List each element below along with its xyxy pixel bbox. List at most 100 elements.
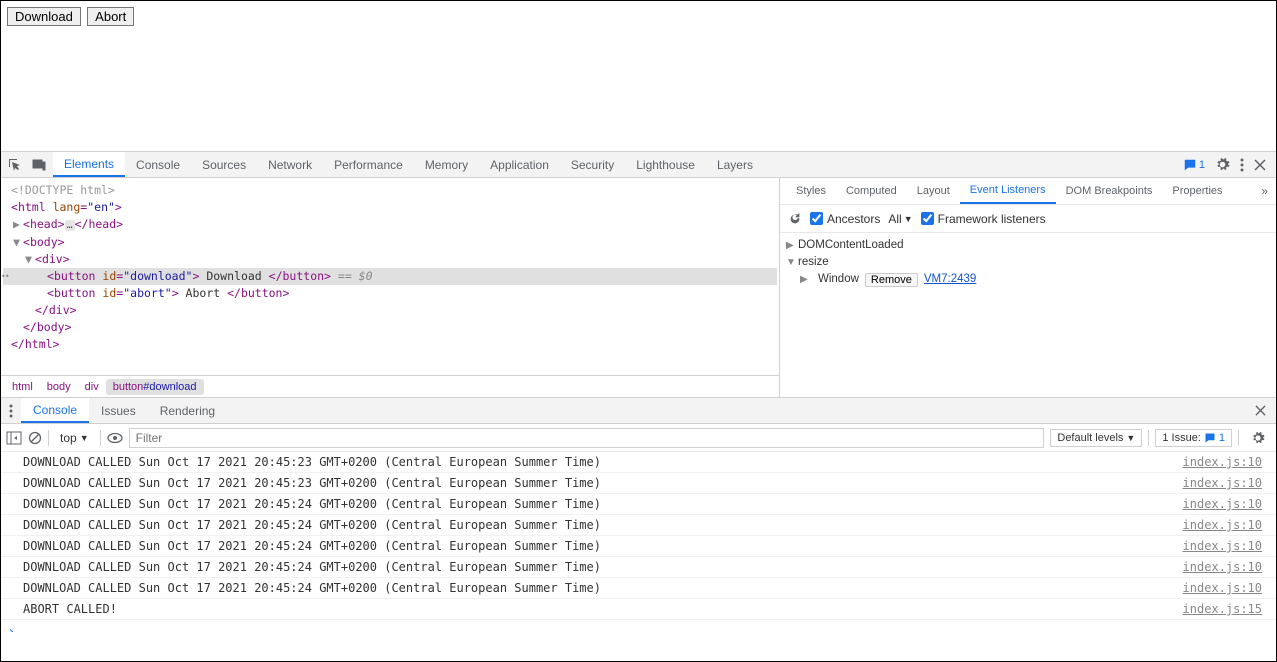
log-source-link[interactable]: index.js:10 (1183, 578, 1262, 598)
dom-tree[interactable]: <!DOCTYPE html> <html lang="en"> ▶<head>… (1, 178, 779, 375)
crumb-body[interactable]: body (40, 379, 78, 395)
devtools-tab-strip: Elements Console Sources Network Perform… (1, 151, 1276, 178)
listener-source-link[interactable]: VM7:2439 (924, 271, 976, 288)
console-log-row[interactable]: DOWNLOAD CALLED Sun Oct 17 2021 20:45:24… (1, 515, 1276, 536)
context-selector[interactable]: top ▼ (55, 429, 94, 447)
tab-sources[interactable]: Sources (191, 152, 257, 177)
sidebar-overflow-icon[interactable]: » (1253, 178, 1276, 204)
refresh-icon[interactable] (788, 212, 802, 226)
download-button[interactable]: Download (7, 7, 81, 26)
drawer-tab-rendering[interactable]: Rendering (148, 398, 227, 423)
drawer-close-icon[interactable] (1245, 398, 1276, 423)
expand-toggle-icon[interactable]: ▶ (786, 237, 798, 254)
messages-icon[interactable]: 1 (1183, 158, 1205, 172)
chevron-down-icon: ▼ (904, 214, 913, 224)
sidebar-tab-layout[interactable]: Layout (907, 178, 960, 204)
listeners-toolbar: Ancestors All ▼ Framework listeners (780, 205, 1276, 233)
framework-checkbox-input[interactable] (921, 212, 934, 225)
more-icon[interactable] (1240, 158, 1244, 172)
listener-target-row: ▶ Window Remove VM7:2439 (786, 271, 1270, 288)
log-message: DOWNLOAD CALLED Sun Oct 17 2021 20:45:24… (23, 494, 1183, 514)
expand-toggle-icon[interactable]: ▼ (25, 251, 35, 268)
remove-listener-button[interactable]: Remove (865, 273, 918, 287)
breadcrumb: html body div button#download (1, 375, 779, 397)
console-log-row[interactable]: DOWNLOAD CALLED Sun Oct 17 2021 20:45:24… (1, 494, 1276, 515)
device-toggle-icon[interactable] (31, 157, 47, 173)
tab-memory[interactable]: Memory (414, 152, 479, 177)
console-settings-icon[interactable] (1245, 431, 1271, 445)
drawer-tab-strip: Console Issues Rendering (1, 397, 1276, 424)
crumb-div[interactable]: div (78, 379, 106, 395)
console-toolbar: top ▼ Default levels ▼ 1 Issue: 1 (1, 424, 1276, 452)
tab-lighthouse[interactable]: Lighthouse (625, 152, 706, 177)
sidebar-tab-styles[interactable]: Styles (786, 178, 836, 204)
settings-gear-icon[interactable] (1215, 157, 1230, 172)
crumb-html[interactable]: html (5, 379, 40, 395)
expand-toggle-icon[interactable]: ▶ (13, 216, 23, 233)
listener-event[interactable]: ▶DOMContentLoaded (786, 237, 1270, 254)
chevron-down-icon: ▼ (80, 433, 89, 443)
console-log-row[interactable]: DOWNLOAD CALLED Sun Oct 17 2021 20:45:24… (1, 536, 1276, 557)
scope-dropdown[interactable]: All ▼ (888, 212, 912, 226)
close-devtools-icon[interactable] (1254, 159, 1266, 171)
clear-console-icon[interactable] (28, 431, 42, 445)
console-log-row[interactable]: ABORT CALLED!index.js:15 (1, 599, 1276, 620)
framework-listeners-checkbox[interactable]: Framework listeners (921, 212, 1046, 226)
log-message: ABORT CALLED! (23, 599, 1183, 619)
abort-button[interactable]: Abort (87, 7, 134, 26)
toggle-sidebar-icon[interactable] (6, 431, 22, 445)
log-message: DOWNLOAD CALLED Sun Oct 17 2021 20:45:24… (23, 515, 1183, 535)
expand-toggle-icon[interactable]: ▼ (13, 234, 23, 251)
sidebar-tab-dom-breakpoints[interactable]: DOM Breakpoints (1056, 178, 1163, 204)
head-ellipsis[interactable]: … (65, 220, 75, 231)
sidebar-tab-strip: Styles Computed Layout Event Listeners D… (780, 178, 1276, 205)
sidebar-tab-computed[interactable]: Computed (836, 178, 907, 204)
console-log-row[interactable]: DOWNLOAD CALLED Sun Oct 17 2021 20:45:24… (1, 557, 1276, 578)
log-message: DOWNLOAD CALLED Sun Oct 17 2021 20:45:23… (23, 473, 1183, 493)
tab-layers[interactable]: Layers (706, 152, 764, 177)
console-log-row[interactable]: DOWNLOAD CALLED Sun Oct 17 2021 20:45:23… (1, 452, 1276, 473)
listener-event[interactable]: ▼resize (786, 254, 1270, 271)
tab-elements[interactable]: Elements (53, 152, 125, 177)
log-levels-dropdown[interactable]: Default levels ▼ (1050, 429, 1142, 447)
chevron-down-icon: ▼ (1126, 433, 1135, 443)
console-filter-input[interactable] (129, 428, 1045, 448)
console-log-row[interactable]: DOWNLOAD CALLED Sun Oct 17 2021 20:45:24… (1, 578, 1276, 599)
crumb-button[interactable]: button#download (106, 379, 204, 395)
ancestors-checkbox-input[interactable] (810, 212, 823, 225)
drawer-tab-issues[interactable]: Issues (89, 398, 148, 423)
expand-toggle-icon[interactable]: ▶ (800, 271, 812, 288)
live-expression-icon[interactable] (107, 432, 123, 444)
expand-toggle-icon[interactable]: ▼ (786, 254, 798, 271)
tab-performance[interactable]: Performance (323, 152, 414, 177)
page-viewport: Download Abort (1, 1, 1276, 151)
console-prompt-icon[interactable]: › (1, 620, 1276, 632)
tab-application[interactable]: Application (479, 152, 560, 177)
listeners-list: ▶DOMContentLoaded ▼resize ▶ Window Remov… (780, 233, 1276, 397)
tab-network[interactable]: Network (257, 152, 323, 177)
log-source-link[interactable]: index.js:10 (1183, 473, 1262, 493)
doctype-node[interactable]: <!DOCTYPE html> (11, 183, 115, 197)
inspect-icon[interactable] (7, 157, 23, 173)
console-output[interactable]: DOWNLOAD CALLED Sun Oct 17 2021 20:45:23… (1, 452, 1276, 632)
issues-button[interactable]: 1 Issue: 1 (1155, 429, 1232, 447)
log-source-link[interactable]: index.js:10 (1183, 536, 1262, 556)
ancestors-checkbox[interactable]: Ancestors (810, 212, 880, 226)
drawer-more-icon[interactable] (1, 398, 21, 423)
log-source-link[interactable]: index.js:15 (1183, 599, 1262, 619)
selected-dom-node[interactable]: <button id="download"> Download </button… (3, 268, 777, 285)
tab-console[interactable]: Console (125, 152, 191, 177)
log-source-link[interactable]: index.js:10 (1183, 452, 1262, 472)
log-source-link[interactable]: index.js:10 (1183, 515, 1262, 535)
sidebar-tab-properties[interactable]: Properties (1162, 178, 1232, 204)
messages-count: 1 (1199, 159, 1205, 171)
console-log-row[interactable]: DOWNLOAD CALLED Sun Oct 17 2021 20:45:23… (1, 473, 1276, 494)
drawer-tab-console[interactable]: Console (21, 398, 89, 423)
log-message: DOWNLOAD CALLED Sun Oct 17 2021 20:45:24… (23, 578, 1183, 598)
listener-target-name: Window (818, 271, 859, 288)
log-source-link[interactable]: index.js:10 (1183, 494, 1262, 514)
dom-node[interactable]: <button id="abort"> Abort </button> (3, 285, 777, 302)
log-source-link[interactable]: index.js:10 (1183, 557, 1262, 577)
tab-security[interactable]: Security (560, 152, 625, 177)
sidebar-tab-event-listeners[interactable]: Event Listeners (960, 178, 1056, 204)
